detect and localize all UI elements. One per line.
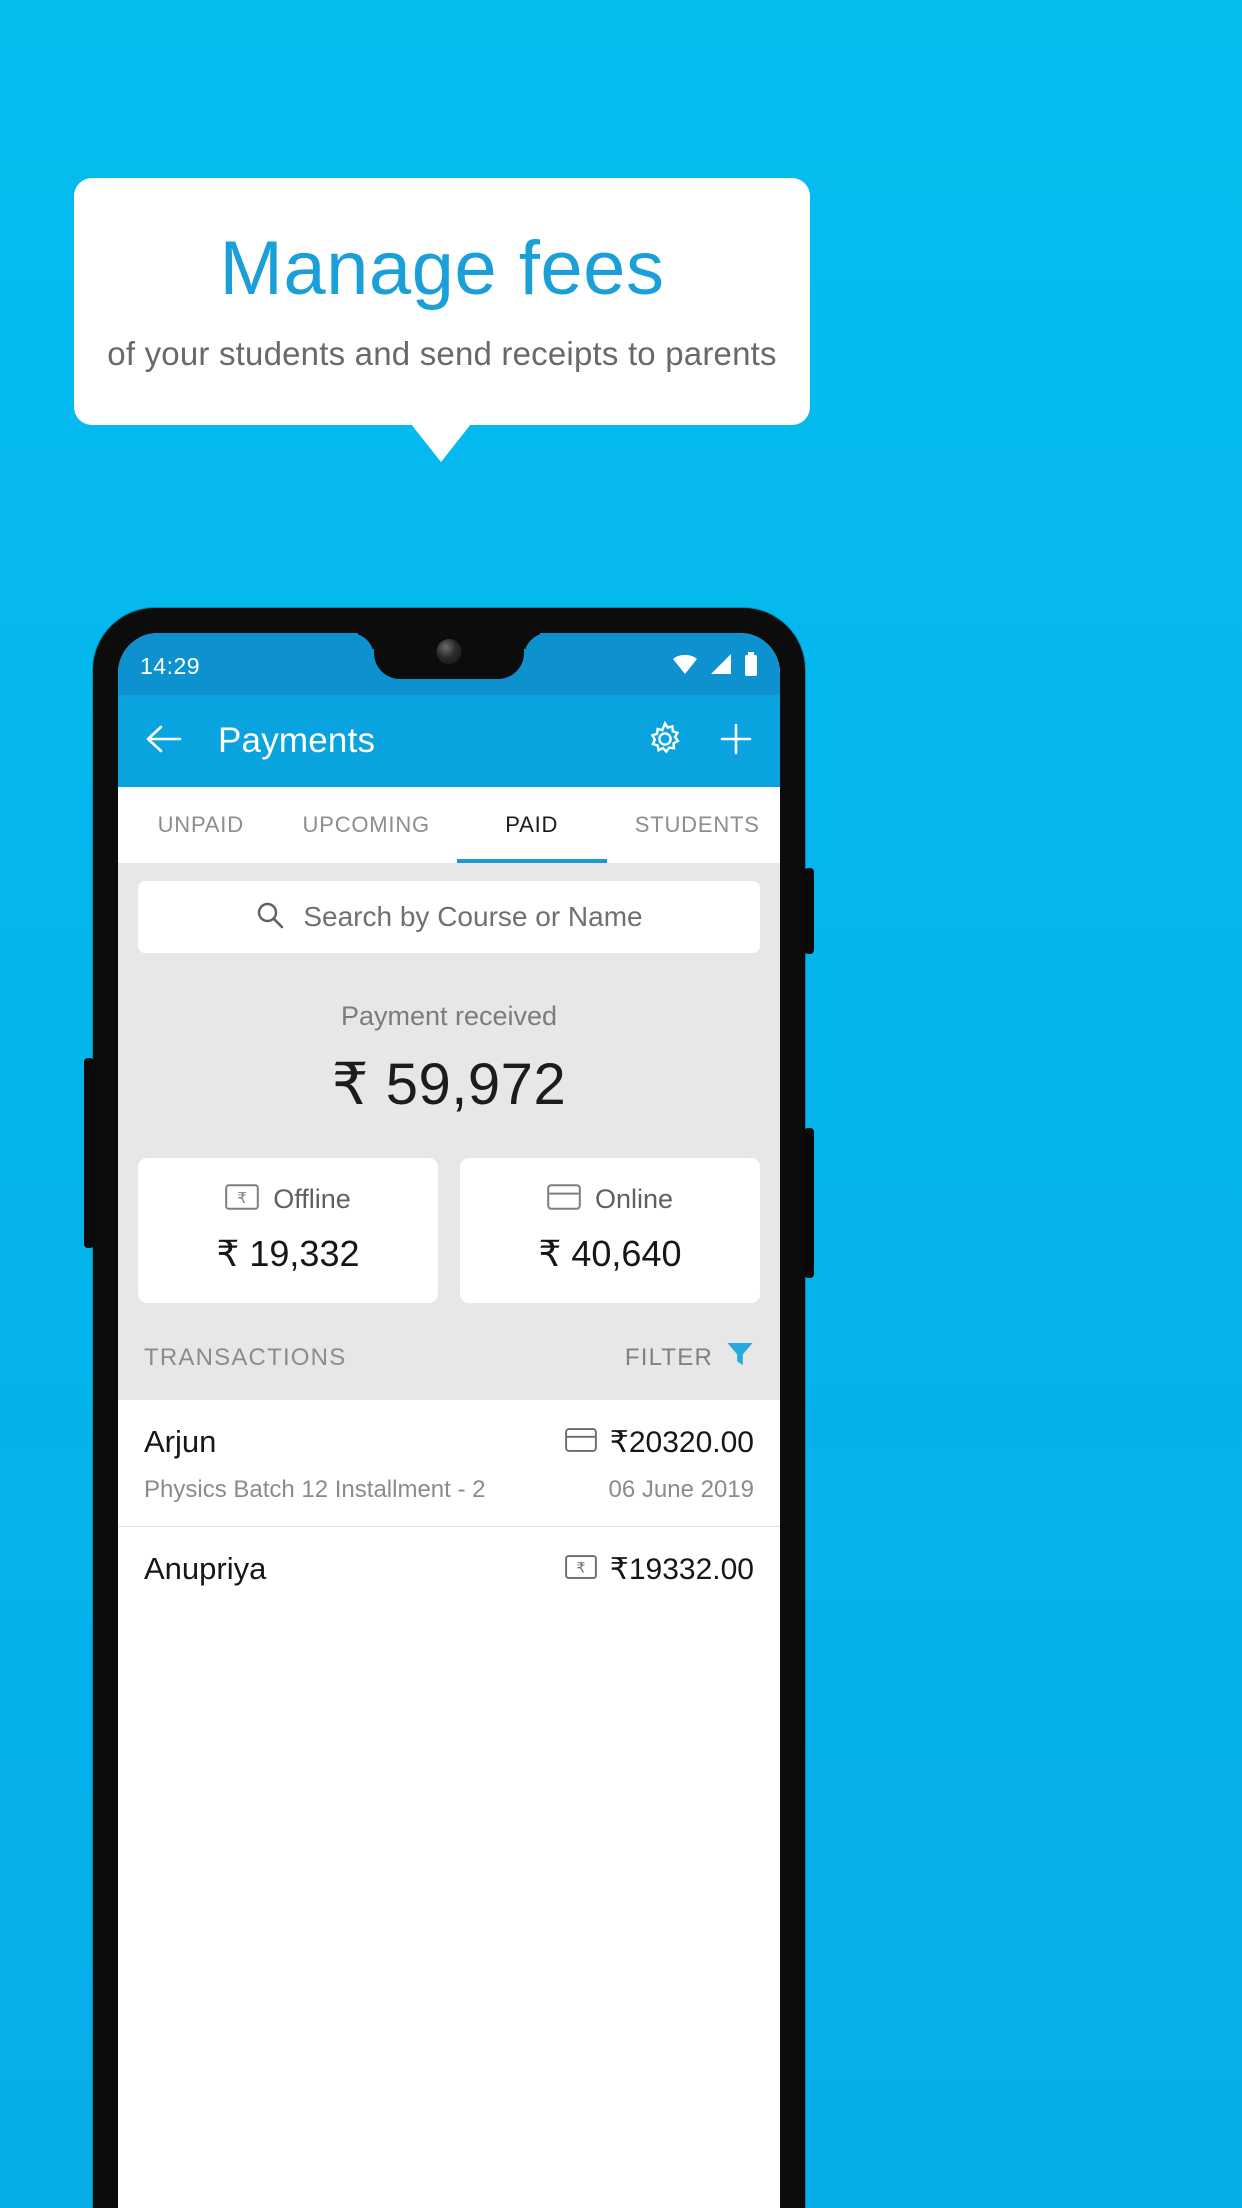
page-title: Manage fees bbox=[219, 225, 665, 311]
phone-mockup: 14:29 Payments UNPAID UPCOMING PAID STUD… bbox=[84, 608, 814, 2208]
transaction-bottom: Physics Batch 12 Installment - 2 06 June… bbox=[144, 1476, 754, 1504]
phone-side-button bbox=[84, 1058, 94, 1248]
wifi-icon bbox=[672, 653, 698, 680]
app-bar: Payments bbox=[118, 695, 780, 787]
filter-label: FILTER bbox=[624, 1343, 713, 1371]
search-placeholder-text: Search by Course or Name bbox=[303, 901, 643, 932]
phone-volume-button bbox=[804, 1128, 814, 1278]
credit-card-icon bbox=[564, 1427, 597, 1457]
transaction-name: Arjun bbox=[144, 1424, 217, 1459]
front-camera bbox=[436, 639, 462, 664]
tab-content-paid: Search by Course or Name Payment receive… bbox=[118, 863, 780, 1609]
online-card-label: Online bbox=[594, 1184, 674, 1214]
offline-card-amount: ₹ 19,332 bbox=[216, 1233, 360, 1274]
transactions-header: TRANSACTIONS FILTER bbox=[118, 1303, 780, 1400]
transaction-top: Arjun ₹20320.00 bbox=[144, 1424, 754, 1460]
phone-power-button bbox=[804, 868, 814, 954]
tab-upcoming[interactable]: UPCOMING bbox=[284, 787, 450, 863]
online-card[interactable]: Online ₹ 40,640 bbox=[460, 1158, 760, 1303]
tab-bar: UNPAID UPCOMING PAID STUDENTS bbox=[118, 787, 780, 863]
summary-amount: ₹ 59,972 bbox=[331, 1052, 567, 1117]
transaction-top: Anupriya ₹ ₹19332.00 bbox=[144, 1551, 754, 1587]
search-icon bbox=[255, 900, 285, 935]
gear-icon[interactable] bbox=[646, 720, 684, 763]
app-bar-actions bbox=[646, 720, 754, 763]
transaction-amount-wrap: ₹ ₹19332.00 bbox=[564, 1552, 754, 1587]
transaction-name: Anupriya bbox=[144, 1551, 267, 1586]
credit-card-icon bbox=[547, 1184, 581, 1215]
page-subtitle: of your students and send receipts to pa… bbox=[107, 334, 777, 372]
svg-text:₹: ₹ bbox=[576, 1559, 585, 1575]
svg-text:₹: ₹ bbox=[237, 1190, 247, 1207]
battery-icon bbox=[744, 651, 758, 681]
transaction-date: 06 June 2019 bbox=[608, 1476, 754, 1503]
banknote-icon: ₹ bbox=[564, 1554, 597, 1584]
signal-icon bbox=[709, 653, 733, 680]
back-arrow-icon[interactable] bbox=[144, 724, 182, 759]
callout-bubble: Manage fees of your students and send re… bbox=[74, 178, 810, 425]
table-row[interactable]: Anupriya ₹ ₹19332.00 bbox=[118, 1526, 780, 1609]
tab-paid[interactable]: PAID bbox=[449, 787, 615, 863]
status-time: 14:29 bbox=[140, 652, 201, 679]
funnel-icon bbox=[726, 1341, 754, 1374]
phone-notch bbox=[374, 633, 524, 679]
transactions-label: TRANSACTIONS bbox=[144, 1343, 347, 1371]
search-input[interactable]: Search by Course or Name bbox=[138, 881, 760, 953]
offline-card[interactable]: ₹ Offline ₹ 19,332 bbox=[138, 1158, 438, 1303]
status-bar: 14:29 bbox=[118, 633, 780, 695]
app-bar-title: Payments bbox=[218, 721, 376, 760]
summary-label: Payment received bbox=[340, 1001, 558, 1031]
phone-screen: 14:29 Payments UNPAID UPCOMING PAID STUD… bbox=[118, 633, 780, 2208]
payment-summary: Payment received ₹ 59,972 bbox=[118, 953, 780, 1128]
transaction-description: Physics Batch 12 Installment - 2 bbox=[144, 1476, 486, 1503]
plus-icon[interactable] bbox=[718, 721, 754, 762]
callout-tail bbox=[411, 424, 471, 462]
online-card-amount: ₹ 40,640 bbox=[538, 1233, 682, 1274]
method-cards: ₹ Offline ₹ 19,332 Online ₹ 40,640 bbox=[118, 1128, 780, 1303]
transaction-amount: ₹19332.00 bbox=[609, 1552, 754, 1586]
banknote-icon: ₹ bbox=[225, 1184, 260, 1215]
tab-students[interactable]: STUDENTS bbox=[615, 787, 781, 863]
filter-button[interactable]: FILTER bbox=[625, 1341, 754, 1374]
online-card-head: Online bbox=[460, 1184, 760, 1215]
status-icons bbox=[672, 651, 758, 681]
transactions-list: Arjun ₹20320.00 Physics Batch 12 Install… bbox=[118, 1400, 780, 1609]
transaction-amount-wrap: ₹20320.00 bbox=[564, 1425, 754, 1460]
tab-unpaid[interactable]: UNPAID bbox=[118, 787, 284, 863]
table-row[interactable]: Arjun ₹20320.00 Physics Batch 12 Install… bbox=[118, 1400, 780, 1526]
transaction-amount: ₹20320.00 bbox=[609, 1425, 754, 1459]
promo-screenshot: Manage fees of your students and send re… bbox=[0, 0, 1242, 2208]
search-section: Search by Course or Name bbox=[118, 863, 780, 953]
offline-card-head: ₹ Offline bbox=[138, 1184, 438, 1215]
offline-card-label: Offline bbox=[273, 1184, 351, 1214]
